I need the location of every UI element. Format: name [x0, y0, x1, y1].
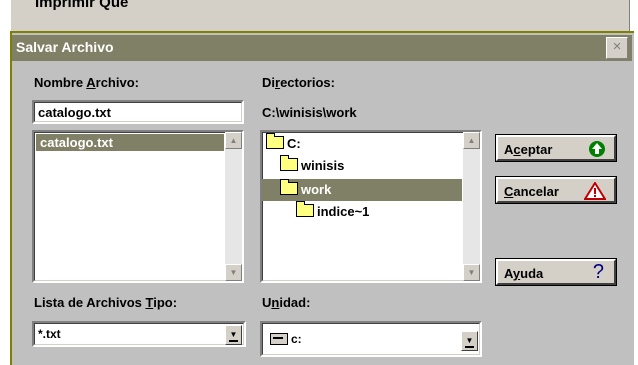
drive-value: c: [291, 332, 302, 346]
scroll-down-button[interactable]: ▼ [225, 264, 242, 281]
dialog-title: Salvar Archivo [16, 39, 114, 55]
file-type-select[interactable]: *.txt ▼ [32, 321, 246, 347]
scroll-up-button[interactable]: ▲ [463, 132, 480, 149]
dir-item-work[interactable]: work [262, 179, 462, 201]
open-folder-icon [280, 155, 298, 171]
directories-label: Directorios: [262, 75, 335, 90]
file-name-value: catalogo.txt [38, 105, 111, 120]
scroll-down-button[interactable]: ▼ [463, 264, 480, 281]
help-label: Ayuda [504, 266, 544, 281]
accept-button[interactable]: Aceptar [495, 134, 617, 162]
drive-select[interactable]: c: ▼ [260, 321, 482, 357]
chevron-down-icon[interactable]: ▼ [461, 331, 478, 351]
file-name-input[interactable]: catalogo.txt [32, 100, 244, 124]
dir-item-indice[interactable]: indice~1 [296, 201, 369, 222]
drive-icon [270, 333, 288, 345]
background-window: Imprimir Que [10, 0, 630, 34]
file-type-value: *.txt [38, 327, 61, 341]
background-window-title: Imprimir Que [35, 0, 129, 11]
file-name-label: Nombre Archivo: [34, 75, 139, 90]
closed-folder-icon [296, 201, 314, 217]
cancel-button[interactable]: Cancelar [495, 176, 617, 204]
close-icon: × [612, 38, 622, 55]
file-list-item[interactable]: catalogo.txt [36, 134, 224, 151]
question-mark-icon: ? [592, 261, 604, 283]
accept-label: Aceptar [504, 142, 553, 157]
cancel-label: Cancelar [504, 184, 559, 199]
drive-label: Unidad: [262, 295, 311, 310]
close-button[interactable]: × [606, 37, 628, 59]
directory-tree[interactable]: C: winisis work indice~1 ▲ ▼ [260, 130, 482, 283]
chevron-down-icon[interactable]: ▼ [225, 325, 242, 345]
file-type-label: Lista de Archivos Tipo: [34, 295, 178, 310]
current-path: C:\winisis\work [262, 105, 357, 120]
green-up-arrow-icon [588, 140, 606, 161]
dialog-titlebar[interactable]: Salvar Archivo × [12, 35, 632, 61]
help-button[interactable]: Ayuda ? [495, 258, 617, 286]
dir-item-winisis[interactable]: winisis [280, 155, 344, 176]
file-list[interactable]: catalogo.txt ▲ ▼ [32, 130, 244, 283]
save-file-dialog: Salvar Archivo × Nombre Archivo: catalog… [10, 31, 634, 365]
open-folder-icon [266, 133, 284, 149]
file-list-scrollbar[interactable]: ▲ ▼ [225, 132, 242, 281]
dir-item-c[interactable]: C: [266, 133, 301, 154]
warning-triangle-icon [583, 181, 607, 203]
scroll-up-button[interactable]: ▲ [225, 132, 242, 149]
open-folder-icon [280, 179, 298, 195]
directory-scrollbar[interactable]: ▲ ▼ [463, 132, 480, 281]
